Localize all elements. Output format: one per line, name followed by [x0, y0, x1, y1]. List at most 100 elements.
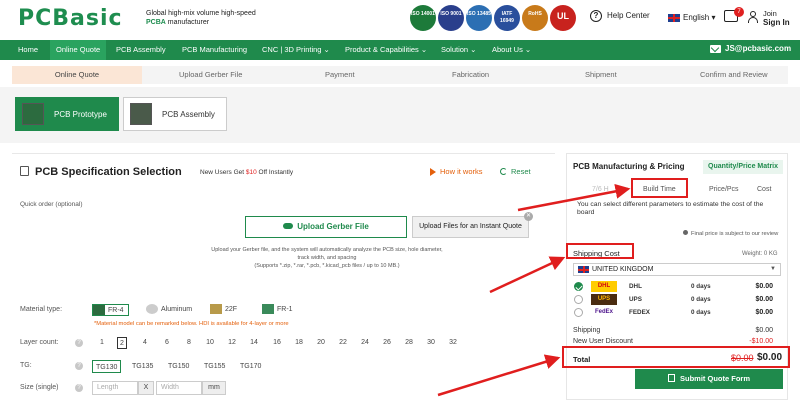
chevron-down-icon: ▼ — [770, 266, 776, 272]
uk-flag-icon — [578, 266, 589, 273]
pricing-panel: PCB Manufacturing & Pricing Quantity/Pri… — [566, 153, 788, 400]
spec-title: PCB Specification Selection — [20, 166, 182, 178]
cloud-upload-icon — [283, 223, 294, 229]
size-help-icon[interactable]: ? — [75, 384, 83, 392]
language-selector[interactable]: English ▾ — [668, 13, 716, 22]
carrier-row-dhl[interactable]: DHL DHL 0 days $0.00 — [573, 281, 783, 293]
quick-order-label: Quick order (optional) — [20, 201, 83, 208]
help-center-link[interactable]: ? Help Center — [590, 10, 650, 22]
layer-option[interactable]: 22 — [338, 337, 348, 349]
play-icon — [430, 168, 436, 177]
cert-iso14001-icon: ISO 14001 — [410, 5, 436, 31]
layer-option[interactable]: 32 — [448, 337, 458, 349]
refresh-icon — [500, 168, 507, 175]
tab-pcb-assembly[interactable]: PCB Assembly — [123, 97, 227, 131]
product-tabs: PCB Prototype PCB Assembly — [0, 87, 800, 143]
info-icon — [683, 230, 688, 235]
layer-option[interactable]: 30 — [426, 337, 436, 349]
carrier-radio-selected[interactable] — [574, 282, 583, 291]
reset-button[interactable]: Reset — [500, 167, 531, 176]
cert-iatf-icon: IATF 16949 — [494, 5, 520, 31]
submit-quote-button[interactable]: Submit Quote Form — [635, 369, 783, 389]
tab-hidden[interactable]: 7/6 H — [592, 186, 609, 193]
layer-option[interactable]: 20 — [316, 337, 326, 349]
tab-pcb-prototype[interactable]: PCB Prototype — [15, 97, 119, 131]
total-row: Total $0.00 $0.00 — [573, 352, 783, 364]
carrier-radio[interactable] — [574, 308, 583, 317]
layer-option[interactable]: 26 — [382, 337, 392, 349]
tg-option[interactable]: TG135 — [132, 360, 153, 373]
length-input[interactable]: Length — [92, 381, 138, 395]
layer-option[interactable]: 6 — [162, 337, 172, 349]
cert-rohs-icon: RoHS — [522, 5, 548, 31]
upload-gerber-button[interactable]: Upload Gerber File — [245, 216, 407, 238]
nav-solution[interactable]: Solution ⌄ — [441, 40, 476, 60]
layer-option-selected[interactable]: 2 — [117, 337, 127, 349]
pcbasic-logo[interactable]: PCBasic — [18, 8, 123, 30]
width-input[interactable]: Width — [156, 381, 202, 395]
layer-option[interactable]: 18 — [294, 337, 304, 349]
tg-option[interactable]: TG170 — [240, 360, 261, 373]
join-sign-in-link[interactable]: Join Sign In — [763, 9, 790, 27]
tab-build-time[interactable]: Build Time — [643, 186, 676, 193]
size-unit: mm — [202, 381, 226, 395]
weight-value: Weight: 0 KG — [742, 251, 778, 257]
material-fr1[interactable]: FR-1 — [262, 304, 293, 316]
cert-iso9001-icon: ISO 9001 — [438, 5, 464, 31]
how-it-works-link[interactable]: How it works — [430, 167, 483, 177]
tab-price-per-pcs[interactable]: Price/Pcs — [709, 186, 739, 193]
layer-option[interactable]: 28 — [404, 337, 414, 349]
user-icon[interactable] — [748, 11, 758, 23]
shipping-cost-label: Shipping Cost — [573, 249, 620, 258]
tg-option-selected[interactable]: TG130 — [92, 360, 122, 373]
layer-option[interactable]: 16 — [272, 337, 282, 349]
dhl-logo-icon: DHL — [591, 281, 617, 292]
mail-icon — [710, 44, 721, 53]
layer-option[interactable]: 1 — [97, 337, 107, 349]
tg-option[interactable]: TG150 — [168, 360, 189, 373]
material-22f[interactable]: 22F — [210, 304, 237, 316]
new-users-promo: New Users Get $10 Off Instantly — [200, 169, 294, 176]
nav-home[interactable]: Home — [18, 40, 38, 60]
layer-option[interactable]: 8 — [184, 337, 194, 349]
layer-count-label: Layer count: — [20, 339, 59, 346]
original-total: $0.00 — [731, 353, 754, 363]
carrier-radio[interactable] — [574, 295, 583, 304]
size-label: Size (single) — [20, 384, 59, 391]
step-online-quote: Online Quote — [12, 66, 142, 84]
nav-online-quote[interactable]: Online Quote — [50, 40, 107, 60]
upload-tooltip: Upload Files for an Instant Quote — [412, 216, 529, 238]
quantity-price-matrix-button[interactable]: Quantity/Price Matrix — [703, 160, 784, 174]
step-shipment: Shipment — [585, 70, 617, 79]
nav-pcb-manufacturing[interactable]: PCB Manufacturing — [182, 40, 247, 60]
layer-option[interactable]: 10 — [205, 337, 215, 349]
form-icon — [668, 374, 675, 382]
nav-about-us[interactable]: About Us ⌄ — [492, 40, 531, 60]
step-payment: Payment — [325, 70, 355, 79]
upload-description: Upload your Gerber file, and the system … — [211, 247, 443, 269]
tg-help-icon[interactable]: ? — [75, 362, 83, 370]
nav-product-capabilities[interactable]: Product & Capabilities ⌄ — [345, 40, 427, 60]
tg-label: TG: — [20, 362, 32, 369]
uk-flag-icon — [668, 13, 680, 22]
tg-option[interactable]: TG155 — [204, 360, 225, 373]
material-fr4[interactable]: FR-4 — [92, 304, 129, 316]
carrier-row-ups[interactable]: UPS UPS 0 days $0.00 — [573, 294, 783, 306]
layer-option[interactable]: 14 — [249, 337, 259, 349]
country-select[interactable]: UNITED KINGDOM ▼ — [573, 263, 781, 276]
layer-option[interactable]: 24 — [360, 337, 370, 349]
size-x-separator: X — [138, 381, 154, 395]
material-aluminum[interactable]: Aluminum — [146, 304, 192, 316]
material-type-label: Material type: — [20, 306, 63, 313]
tab-cost[interactable]: Cost — [757, 186, 771, 193]
layer-option[interactable]: 4 — [140, 337, 150, 349]
carrier-row-fedex[interactable]: FedEx FEDEX 0 days $0.00 — [573, 307, 783, 319]
layer-help-icon[interactable]: ? — [75, 339, 83, 347]
nav-pcb-assembly[interactable]: PCB Assembly — [116, 40, 166, 60]
nav-cnc-3d-printing[interactable]: CNC | 3D Printing ⌄ — [262, 40, 330, 60]
close-icon[interactable]: ✕ — [524, 212, 533, 221]
pricing-title: PCB Manufacturing & Pricing — [573, 162, 685, 171]
layer-option[interactable]: 12 — [227, 337, 237, 349]
step-confirm-review: Confirm and Review — [700, 70, 768, 79]
contact-email[interactable]: JS@pcbasic.com — [710, 44, 791, 53]
